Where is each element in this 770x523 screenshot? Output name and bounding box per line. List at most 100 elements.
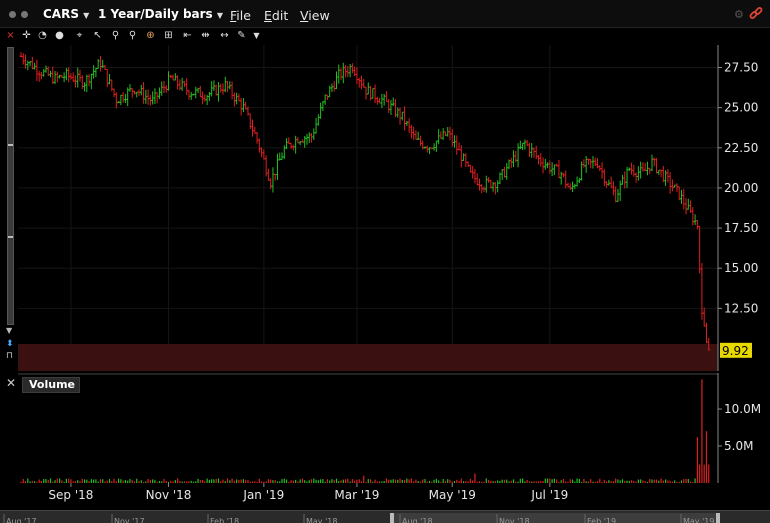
- price-bar: [203, 94, 207, 102]
- price-bar: [598, 165, 602, 172]
- price-bar: [698, 225, 702, 274]
- price-bar: [371, 88, 375, 99]
- vertical-scrollbar[interactable]: [7, 47, 14, 325]
- price-chart[interactable]: 27.50 25.00 22.50 20.00 17.50 15.00 12.50 9.92: [18, 45, 770, 371]
- price-bar: [670, 179, 674, 192]
- price-bar: [384, 91, 388, 102]
- price-bar: [235, 92, 239, 105]
- close-x-icon[interactable]: ×: [5, 30, 16, 42]
- price-bar: [403, 106, 407, 131]
- price-bar: [51, 66, 55, 85]
- compress-icon[interactable]: ⇹: [200, 30, 211, 42]
- price-bar: [407, 118, 411, 133]
- menu-view[interactable]: View: [300, 8, 330, 23]
- price-bar: [178, 79, 182, 91]
- volume-chart[interactable]: 10.0M 5.0M: [18, 373, 770, 483]
- price-bar: [160, 81, 164, 96]
- left-scroll-strip: ▼ ⬍ ⊓: [5, 45, 17, 495]
- price-bar: [484, 175, 488, 193]
- dropdown-icon[interactable]: ▼: [251, 30, 262, 42]
- pointer-icon[interactable]: ⌖: [74, 30, 85, 42]
- pointer-icon[interactable]: ↖: [92, 30, 103, 42]
- window-dot-icon[interactable]: [9, 11, 16, 18]
- price-bar: [312, 128, 316, 141]
- target-icon[interactable]: ⊕: [145, 30, 156, 42]
- overview-right-handle[interactable]: [716, 513, 720, 523]
- price-bar: [255, 131, 259, 144]
- close-icon[interactable]: ✕: [6, 376, 16, 390]
- lock-icon[interactable]: ⊓: [6, 351, 13, 361]
- price-bar: [380, 93, 384, 108]
- price-bar: [182, 80, 186, 88]
- price-tick-label: 17.50: [724, 221, 758, 235]
- expand-icon[interactable]: ↔: [219, 30, 230, 42]
- price-bar: [355, 67, 359, 84]
- scroll-handle-top[interactable]: [8, 144, 13, 146]
- price-bar: [108, 73, 112, 85]
- price-bar: [537, 154, 540, 165]
- link-icon[interactable]: [748, 6, 764, 22]
- price-bar: [630, 162, 634, 175]
- zoom-out-icon[interactable]: ⚲: [127, 30, 138, 42]
- price-bar: [412, 126, 416, 140]
- price-bar: [187, 89, 191, 100]
- price-bar: [162, 80, 166, 94]
- gear-icon[interactable]: ⚙: [734, 8, 744, 21]
- price-bar: [459, 145, 463, 168]
- price-bar: [682, 188, 686, 210]
- zoom-in-icon[interactable]: ⚲: [110, 30, 121, 42]
- price-bar: [323, 94, 327, 105]
- overview-left-handle[interactable]: [390, 513, 394, 523]
- price-bar: [294, 135, 298, 154]
- period-label: 1 Year/Daily bars: [98, 7, 213, 21]
- price-bar: [137, 89, 141, 97]
- price-bar: [350, 63, 354, 74]
- price-bar: [216, 81, 220, 102]
- window-dot-icon[interactable]: [21, 11, 28, 18]
- period-selector[interactable]: 1 Year/Daily bars ▼: [98, 7, 223, 21]
- price-bar: [668, 172, 672, 194]
- price-bar: [462, 153, 466, 161]
- scroll-down-icon[interactable]: ▼: [6, 326, 12, 335]
- fit-icon[interactable]: ⊞: [163, 30, 174, 42]
- price-bar: [80, 75, 84, 90]
- chart-toolbar: × ✛ ◔ ● ⌖ ↖ ⚲ ⚲ ⊕ ⊞ ⇤ ⇹ ↔ ✎ ▼: [0, 28, 770, 45]
- price-bar: [541, 157, 545, 174]
- price-bar: [76, 67, 80, 88]
- volume-tick-label: 10.0M: [724, 402, 761, 416]
- price-bar: [366, 82, 370, 95]
- price-bar: [639, 161, 643, 179]
- overview-navigator[interactable]: Aug '17 Nov '17 Feb '18 May '18 Aug '18 Nov '…: [0, 510, 770, 523]
- price-bar: [620, 174, 624, 185]
- price-bar: [67, 67, 71, 83]
- overview-label: Aug '17: [6, 517, 37, 523]
- price-bar: [273, 173, 277, 181]
- overview-selection[interactable]: [393, 513, 718, 523]
- price-bar: [691, 207, 695, 226]
- menu-file[interactable]: File: [230, 8, 251, 23]
- symbol-selector[interactable]: CARS ▼: [43, 7, 89, 21]
- price-bar: [648, 167, 652, 174]
- menu-edit[interactable]: Edit: [264, 8, 288, 23]
- bar-width-icon[interactable]: ⇤: [182, 30, 193, 42]
- price-bar: [650, 154, 654, 172]
- price-bar: [457, 142, 461, 151]
- crosshair-icon[interactable]: ✛: [21, 30, 32, 42]
- circle-icon[interactable]: ●: [54, 30, 65, 42]
- price-bar: [437, 129, 441, 145]
- price-bar: [171, 74, 175, 81]
- price-bar: [375, 96, 379, 105]
- price-tick-label: 12.50: [724, 301, 758, 315]
- price-bar: [516, 143, 520, 168]
- price-bar: [502, 166, 506, 178]
- price-bar: [319, 102, 323, 119]
- price-bar: [398, 107, 402, 125]
- price-bar: [396, 107, 400, 118]
- marker-icon[interactable]: ⬍: [6, 339, 14, 349]
- gauge-icon[interactable]: ◔: [37, 30, 48, 42]
- price-bar: [677, 186, 681, 201]
- scroll-handle-bottom[interactable]: [8, 236, 13, 238]
- wrench-icon[interactable]: ✎: [236, 30, 247, 42]
- price-bar: [332, 81, 336, 92]
- price-bar: [577, 177, 581, 183]
